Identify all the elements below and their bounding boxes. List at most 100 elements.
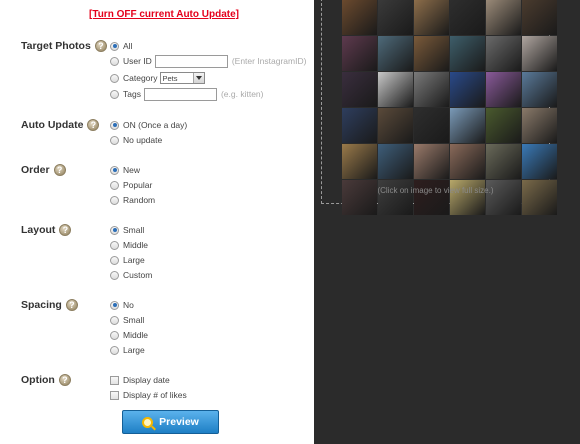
help-icon[interactable]: ? (65, 299, 78, 312)
layout-label-text: Layout (21, 224, 56, 236)
radio-order-random[interactable] (110, 195, 119, 205)
target-tags-option[interactable]: Tags (e.g. kitten) (110, 87, 264, 101)
photo-thumbnail[interactable] (342, 36, 377, 71)
radio-spacing-no[interactable] (110, 300, 119, 310)
radio-target-all[interactable] (110, 41, 119, 51)
layout-middle-option[interactable]: Middle (110, 239, 148, 251)
layout-middle-label: Middle (123, 240, 149, 250)
radio-layout-large[interactable] (110, 255, 119, 265)
spacing-large-option[interactable]: Large (110, 344, 145, 356)
photo-thumbnail[interactable] (522, 144, 557, 179)
radio-target-userid[interactable] (110, 56, 119, 66)
target-userid-label: User ID (123, 56, 152, 66)
turn-off-auto-update-link[interactable]: [Turn OFF current Auto Update] (0, 9, 328, 20)
target-category-option[interactable]: Category Pets (110, 72, 205, 84)
photo-thumbnail[interactable] (522, 36, 557, 71)
thumbnail-grid (342, 0, 557, 215)
photo-thumbnail[interactable] (414, 72, 449, 107)
photo-thumbnail[interactable] (522, 72, 557, 107)
order-popular-option[interactable]: Popular (110, 179, 152, 191)
radio-auto-update-on[interactable] (110, 120, 119, 130)
spacing-middle-option[interactable]: Middle (110, 329, 148, 341)
photo-thumbnail[interactable] (342, 0, 377, 35)
radio-order-new[interactable] (110, 165, 119, 175)
auto-update-no-option[interactable]: No update (110, 134, 162, 146)
target-category-label: Category (123, 73, 158, 83)
option-label-text: Option (21, 374, 55, 386)
checkbox-display-date[interactable] (110, 375, 119, 385)
help-icon[interactable]: ? (87, 119, 100, 132)
photo-thumbnail[interactable] (486, 0, 521, 35)
photo-thumbnail[interactable] (450, 72, 485, 107)
photo-thumbnail[interactable] (414, 144, 449, 179)
layout-small-option[interactable]: Small (110, 224, 144, 236)
photo-thumbnail[interactable] (378, 72, 413, 107)
photo-thumbnail[interactable] (486, 36, 521, 71)
photo-thumbnail[interactable] (342, 144, 377, 179)
userid-input[interactable] (154, 54, 228, 68)
target-userid-option[interactable]: User ID (Enter InstagramID) (110, 54, 306, 68)
radio-spacing-small[interactable] (110, 315, 119, 325)
order-new-option[interactable]: New (110, 164, 140, 176)
layout-custom-option[interactable]: Custom (110, 269, 152, 281)
auto-update-on-label: ON (Once a day) (123, 120, 188, 130)
radio-target-category[interactable] (110, 73, 119, 83)
photo-thumbnail[interactable] (342, 72, 377, 107)
photo-thumbnail[interactable] (414, 36, 449, 71)
help-icon[interactable]: ? (94, 40, 107, 53)
photo-thumbnail[interactable] (522, 0, 557, 35)
auto-update-on-option[interactable]: ON (Once a day) (110, 119, 187, 131)
target-photos-label: Target Photos? (21, 40, 107, 53)
photo-thumbnail[interactable] (450, 0, 485, 35)
layout-large-option[interactable]: Large (110, 254, 145, 266)
spacing-small-label: Small (123, 315, 145, 325)
radio-order-popular[interactable] (110, 180, 119, 190)
target-all-label: All (123, 41, 133, 51)
option-label: Option? (21, 374, 71, 387)
radio-spacing-large[interactable] (110, 345, 119, 355)
preview-button[interactable]: Preview (122, 410, 219, 434)
help-icon[interactable]: ? (58, 374, 71, 387)
photo-thumbnail[interactable] (522, 108, 557, 143)
target-all-option[interactable]: All (110, 40, 132, 52)
radio-layout-custom[interactable] (110, 270, 119, 280)
spacing-no-option[interactable]: No (110, 299, 134, 311)
photo-thumbnail[interactable] (486, 72, 521, 107)
order-label-text: Order (21, 164, 50, 176)
order-random-option[interactable]: Random (110, 194, 155, 206)
target-tags-label: Tags (123, 89, 141, 99)
category-selected-value: Pets (162, 73, 178, 83)
photo-thumbnail[interactable] (450, 108, 485, 143)
checkbox-display-likes[interactable] (110, 390, 119, 400)
photo-thumbnail[interactable] (378, 108, 413, 143)
photo-thumbnail[interactable] (486, 108, 521, 143)
radio-layout-middle[interactable] (110, 240, 119, 250)
display-likes-option[interactable]: Display # of likes (110, 389, 187, 401)
tags-input[interactable] (143, 87, 217, 101)
photo-thumbnail[interactable] (450, 144, 485, 179)
display-likes-label: Display # of likes (123, 390, 187, 400)
photo-thumbnail[interactable] (450, 36, 485, 71)
photo-thumbnail[interactable] (414, 0, 449, 35)
help-icon[interactable]: ? (53, 164, 66, 177)
radio-target-tags[interactable] (110, 89, 119, 99)
spacing-large-label: Large (123, 345, 145, 355)
radio-layout-small[interactable] (110, 225, 119, 235)
radio-spacing-middle[interactable] (110, 330, 119, 340)
category-select[interactable]: Pets (159, 72, 205, 84)
photo-thumbnail[interactable] (342, 108, 377, 143)
photo-thumbnail[interactable] (378, 36, 413, 71)
layout-large-label: Large (123, 255, 145, 265)
display-date-option[interactable]: Display date (110, 374, 170, 386)
order-random-label: Random (123, 195, 156, 205)
photo-thumbnail[interactable] (378, 144, 413, 179)
help-icon[interactable]: ? (59, 224, 72, 237)
spacing-small-option[interactable]: Small (110, 314, 144, 326)
photo-thumbnail[interactable] (486, 144, 521, 179)
photo-thumbnail[interactable] (378, 0, 413, 35)
magnifier-icon (142, 416, 154, 428)
target-photos-label-text: Target Photos (21, 40, 91, 52)
chevron-down-icon[interactable] (192, 73, 204, 83)
radio-auto-update-no[interactable] (110, 135, 119, 145)
photo-thumbnail[interactable] (414, 108, 449, 143)
